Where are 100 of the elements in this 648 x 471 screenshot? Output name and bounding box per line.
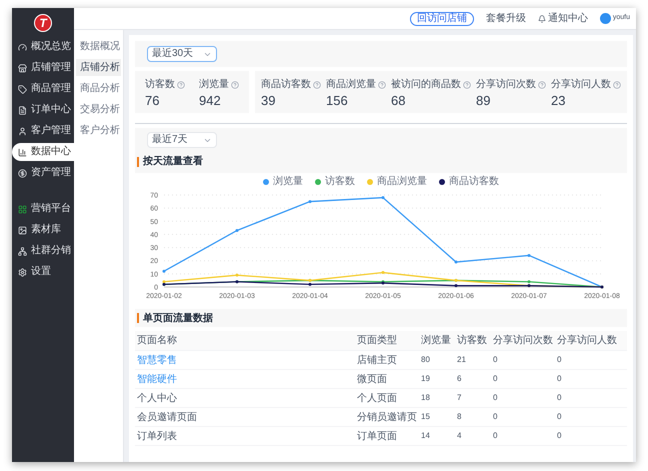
table-cell-text: 店铺主页 bbox=[357, 354, 398, 368]
stat-label: 浏览量 bbox=[199, 78, 229, 92]
stat-value: 23 bbox=[551, 94, 566, 107]
document-icon bbox=[18, 106, 27, 114]
period-select[interactable]: 最近7天 bbox=[147, 132, 217, 148]
table-cell-text: 0 bbox=[557, 430, 562, 442]
help-icon bbox=[177, 80, 185, 88]
table-cell-text: 19 bbox=[421, 373, 431, 385]
help-icon bbox=[463, 80, 471, 88]
table-cell-text: 个人中心 bbox=[137, 392, 178, 406]
submenu-item[interactable]: 交易分析 bbox=[76, 101, 121, 118]
sidebar-item[interactable]: 商品管理 bbox=[12, 80, 74, 98]
table-cell-text: 0 bbox=[557, 354, 562, 366]
section-marker bbox=[137, 313, 139, 323]
stat-value: 68 bbox=[391, 94, 406, 107]
table-cell-text: 4 bbox=[457, 430, 462, 442]
sidebar-item[interactable]: 素材库 bbox=[12, 221, 74, 239]
table-cell-text: 0 bbox=[493, 392, 498, 404]
logo: T bbox=[34, 14, 52, 32]
sidebar-item[interactable]: 资产管理 bbox=[12, 164, 74, 182]
sidebar-item[interactable]: 数据中心 bbox=[12, 143, 74, 161]
table-cell-text: 80 bbox=[421, 354, 431, 366]
sidebar-item[interactable]: 客户管理 bbox=[12, 122, 74, 140]
data-point bbox=[236, 274, 238, 277]
data-point bbox=[454, 260, 458, 264]
column-header: 页面名称 bbox=[137, 334, 178, 348]
column-header: 浏览量 bbox=[421, 334, 452, 348]
bar-chart-icon bbox=[18, 148, 27, 156]
help-icon bbox=[313, 80, 321, 88]
section-marker bbox=[137, 156, 139, 166]
table-cell-text: 0 bbox=[557, 411, 562, 423]
sidebar-item[interactable]: 订单中心 bbox=[12, 101, 74, 119]
table-cell-text: 0 bbox=[493, 373, 498, 385]
data-point bbox=[382, 271, 384, 274]
bell-icon[interactable] bbox=[538, 14, 546, 22]
stat-label: 被访问的商品数 bbox=[391, 78, 461, 92]
image-icon bbox=[18, 226, 27, 234]
submenu-item[interactable]: 客户分析 bbox=[76, 122, 121, 139]
stat-value: 89 bbox=[476, 94, 492, 107]
legend-label: 浏览量 bbox=[273, 177, 303, 187]
stat-value: 942 bbox=[199, 94, 222, 107]
notification-link[interactable]: 通知中心 bbox=[548, 11, 588, 26]
table-cell-text: 21 bbox=[457, 354, 467, 366]
stat-value: 39 bbox=[261, 94, 276, 107]
table-cell-text: 微页面 bbox=[357, 372, 388, 386]
user-icon bbox=[18, 126, 27, 136]
table-cell-text: 6 bbox=[457, 373, 462, 385]
period-select[interactable]: 最近30天 bbox=[147, 46, 217, 62]
table-cell-text: 15 bbox=[421, 411, 431, 423]
table-cell-text: 分销员邀请页 bbox=[357, 410, 418, 424]
stat-value: 76 bbox=[145, 94, 160, 107]
sidebar-item[interactable]: 概况总览 bbox=[12, 38, 74, 56]
sidebar-item[interactable]: 设置 bbox=[12, 263, 74, 281]
store-icon bbox=[18, 64, 27, 72]
legend-label: 访客数 bbox=[325, 177, 355, 187]
section-title: 按天流量查看 bbox=[143, 154, 203, 169]
legend-label: 商品访客数 bbox=[449, 177, 499, 187]
legend-label: 商品浏览量 bbox=[377, 177, 427, 187]
table-cell-text: 0 bbox=[493, 354, 498, 366]
stat-label: 商品浏览量 bbox=[326, 78, 376, 92]
avatar[interactable] bbox=[600, 13, 611, 24]
column-header: 页面类型 bbox=[357, 334, 398, 348]
help-icon bbox=[538, 80, 546, 88]
column-header: 分享访问次数 bbox=[493, 334, 554, 348]
submenu-item[interactable]: 店铺分析 bbox=[76, 59, 121, 76]
data-point bbox=[382, 196, 384, 200]
stat-label: 分享访问人数 bbox=[551, 78, 611, 92]
stat-label: 商品访客数 bbox=[261, 78, 311, 92]
table-cell-text: 订单页面 bbox=[357, 430, 398, 444]
submenu-item[interactable]: 商品分析 bbox=[76, 80, 121, 97]
help-icon bbox=[378, 80, 386, 88]
table-cell-text: 0 bbox=[493, 411, 498, 423]
table-cell-text: 8 bbox=[457, 411, 462, 423]
sidebar-item[interactable]: 店铺管理 bbox=[12, 59, 74, 77]
table-cell-text: 7 bbox=[457, 392, 462, 404]
upgrade-link[interactable]: 套餐升级 bbox=[486, 11, 526, 26]
gauge-icon bbox=[18, 42, 27, 52]
table-cell-text: 0 bbox=[557, 373, 562, 385]
sidebar-item[interactable]: 营销平台 bbox=[12, 200, 74, 218]
table-cell-text: 订单列表 bbox=[137, 430, 178, 444]
data-point bbox=[162, 270, 166, 273]
data-point bbox=[308, 200, 312, 204]
settings-icon bbox=[18, 268, 27, 276]
stat-label: 访客数 bbox=[145, 78, 175, 92]
table-cell-text: 会员邀请页面 bbox=[137, 410, 198, 424]
grid-icon bbox=[18, 204, 27, 214]
table-cell-text: 个人页面 bbox=[357, 392, 398, 406]
help-icon bbox=[613, 80, 621, 88]
table-cell-text: 0 bbox=[493, 430, 498, 442]
submenu-item[interactable]: 数据概况 bbox=[76, 38, 121, 55]
tag-icon bbox=[18, 84, 27, 94]
stat-label: 分享访问次数 bbox=[476, 78, 536, 92]
data-point bbox=[454, 284, 458, 288]
network-icon bbox=[18, 246, 27, 256]
data-point bbox=[236, 228, 238, 232]
sidebar-item[interactable]: 社群分销 bbox=[12, 242, 74, 260]
data-point bbox=[528, 254, 530, 257]
coin-icon bbox=[18, 168, 27, 178]
help-icon bbox=[231, 80, 239, 88]
visit-store-button[interactable]: 回访问店铺 bbox=[410, 12, 474, 26]
